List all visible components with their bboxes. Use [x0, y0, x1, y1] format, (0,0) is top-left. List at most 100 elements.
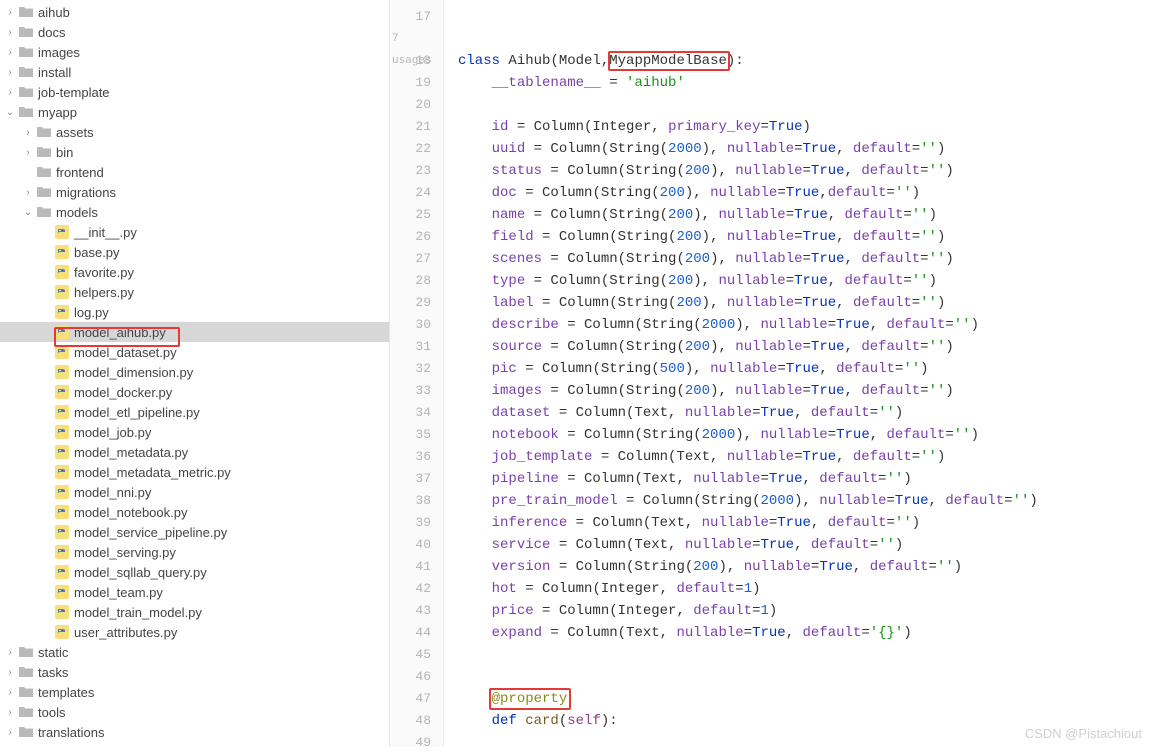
chevron-right-icon[interactable]: › — [4, 27, 16, 38]
tree-row[interactable]: › job-template — [0, 82, 389, 102]
field-line[interactable]: source = Column(String(200), nullable=Tr… — [444, 336, 1152, 358]
tree-item-label: model_aihub.py — [74, 325, 166, 340]
tree-row[interactable]: ⌄myapp — [0, 102, 389, 122]
code-line[interactable] — [444, 28, 1152, 50]
field-line[interactable]: images = Column(String(200), nullable=Tr… — [444, 380, 1152, 402]
tree-row[interactable]: ›templates — [0, 682, 389, 702]
tree-row[interactable]: ›images — [0, 42, 389, 62]
field-line[interactable]: job_template = Column(Text, nullable=Tru… — [444, 446, 1152, 468]
tree-row[interactable]: ›model_train_model.py — [0, 602, 389, 622]
tree-row[interactable]: ›model_service_pipeline.py — [0, 522, 389, 542]
field-line[interactable]: price = Column(Integer, default=1) — [444, 600, 1152, 622]
code-line[interactable] — [444, 666, 1152, 688]
tree-row[interactable]: ›base.py — [0, 242, 389, 262]
field-line[interactable]: dataset = Column(Text, nullable=True, de… — [444, 402, 1152, 424]
usages-hint[interactable]: 7 usages — [390, 28, 443, 50]
tree-row[interactable]: ›model_nni.py — [0, 482, 389, 502]
field-line[interactable]: field = Column(String(200), nullable=Tru… — [444, 226, 1152, 248]
tree-row[interactable]: ›tools — [0, 702, 389, 722]
tree-row[interactable]: ›assets — [0, 122, 389, 142]
tree-row[interactable]: ›static — [0, 642, 389, 662]
chevron-right-icon[interactable]: › — [4, 707, 16, 718]
line-number: 34 — [390, 402, 443, 424]
field-line[interactable]: hot = Column(Integer, default=1) — [444, 578, 1152, 600]
field-line[interactable]: version = Column(String(200), nullable=T… — [444, 556, 1152, 578]
tablename-line[interactable]: __tablename__ = 'aihub' — [444, 72, 1152, 94]
field-line[interactable]: pre_train_model = Column(String(2000), n… — [444, 490, 1152, 512]
tree-row[interactable]: ›log.py — [0, 302, 389, 322]
python-file-icon — [54, 425, 70, 439]
line-number: 36 — [390, 446, 443, 468]
field-line[interactable]: uuid = Column(String(2000), nullable=Tru… — [444, 138, 1152, 160]
tree-row[interactable]: ›model_notebook.py — [0, 502, 389, 522]
tree-row[interactable]: ›__init__.py — [0, 222, 389, 242]
tree-row[interactable]: ›translations — [0, 722, 389, 742]
chevron-right-icon[interactable]: › — [4, 727, 16, 738]
field-line[interactable]: label = Column(String(200), nullable=Tru… — [444, 292, 1152, 314]
code-line[interactable] — [444, 94, 1152, 116]
field-line[interactable]: inference = Column(Text, nullable=True, … — [444, 512, 1152, 534]
tree-row[interactable]: ›frontend — [0, 162, 389, 182]
tree-row[interactable]: ›model_aihub.py — [0, 322, 389, 342]
chevron-right-icon[interactable]: › — [22, 147, 34, 158]
field-line[interactable]: scenes = Column(String(200), nullable=Tr… — [444, 248, 1152, 270]
line-number: 39 — [390, 512, 443, 534]
chevron-right-icon[interactable]: › — [4, 647, 16, 658]
chevron-right-icon[interactable]: › — [4, 67, 16, 78]
field-line[interactable]: notebook = Column(String(2000), nullable… — [444, 424, 1152, 446]
tree-row[interactable]: ⌄models — [0, 202, 389, 222]
tree-row[interactable]: ›tasks — [0, 662, 389, 682]
tree-item-label: user_attributes.py — [74, 625, 177, 640]
tree-item-label: job-template — [38, 85, 110, 100]
chevron-right-icon[interactable]: › — [4, 687, 16, 698]
tree-row[interactable]: ›model_team.py — [0, 582, 389, 602]
tree-row[interactable]: ›user_attributes.py — [0, 622, 389, 642]
tree-row[interactable]: ›bin — [0, 142, 389, 162]
field-line[interactable]: name = Column(String(200), nullable=True… — [444, 204, 1152, 226]
class-declaration[interactable]: class Aihub(Model,MyappModelBase): — [444, 50, 1152, 72]
field-line[interactable]: pipeline = Column(Text, nullable=True, d… — [444, 468, 1152, 490]
field-line[interactable]: expand = Column(Text, nullable=True, def… — [444, 622, 1152, 644]
line-number: 24 — [390, 182, 443, 204]
python-file-icon — [54, 525, 70, 539]
tree-row[interactable]: ›model_dimension.py — [0, 362, 389, 382]
tree-row[interactable]: ›docs — [0, 22, 389, 42]
field-line[interactable]: status = Column(String(200), nullable=Tr… — [444, 160, 1152, 182]
tree-row[interactable]: ›helpers.py — [0, 282, 389, 302]
field-line[interactable]: id = Column(Integer, primary_key=True) — [444, 116, 1152, 138]
chevron-right-icon[interactable]: › — [4, 87, 16, 98]
chevron-right-icon[interactable]: › — [22, 127, 34, 138]
chevron-right-icon[interactable]: › — [4, 47, 16, 58]
project-tree[interactable]: ›aihub›docs›images›install›job-template⌄… — [0, 0, 390, 747]
chevron-down-icon[interactable]: ⌄ — [4, 107, 16, 118]
tree-row[interactable]: ›model_docker.py — [0, 382, 389, 402]
code-line[interactable] — [444, 644, 1152, 666]
line-number: 22 — [390, 138, 443, 160]
chevron-right-icon[interactable]: › — [4, 7, 16, 18]
tree-row[interactable]: ›model_etl_pipeline.py — [0, 402, 389, 422]
field-line[interactable]: doc = Column(String(200), nullable=True,… — [444, 182, 1152, 204]
tree-row[interactable]: ›model_sqllab_query.py — [0, 562, 389, 582]
tree-row[interactable]: ›model_dataset.py — [0, 342, 389, 362]
tree-row[interactable]: ›model_job.py — [0, 422, 389, 442]
chevron-right-icon[interactable]: › — [4, 667, 16, 678]
chevron-down-icon[interactable]: ⌄ — [22, 207, 34, 218]
tree-row[interactable]: ›favorite.py — [0, 262, 389, 282]
python-file-icon — [54, 625, 70, 639]
field-line[interactable]: pic = Column(String(500), nullable=True,… — [444, 358, 1152, 380]
tree-row[interactable]: ›model_metadata_metric.py — [0, 462, 389, 482]
code-editor[interactable]: class Aihub(Model,MyappModelBase): __tab… — [444, 0, 1152, 747]
folder-icon — [18, 6, 34, 18]
tree-row[interactable]: ›migrations — [0, 182, 389, 202]
property-decorator[interactable]: @property — [444, 688, 1152, 710]
chevron-right-icon[interactable]: › — [22, 187, 34, 198]
tree-row[interactable]: ›model_metadata.py — [0, 442, 389, 462]
code-line[interactable] — [444, 6, 1152, 28]
field-line[interactable]: service = Column(Text, nullable=True, de… — [444, 534, 1152, 556]
tree-row[interactable]: ›install — [0, 62, 389, 82]
field-line[interactable]: describe = Column(String(2000), nullable… — [444, 314, 1152, 336]
folder-icon — [18, 86, 34, 98]
field-line[interactable]: type = Column(String(200), nullable=True… — [444, 270, 1152, 292]
tree-row[interactable]: ›aihub — [0, 2, 389, 22]
tree-row[interactable]: ›model_serving.py — [0, 542, 389, 562]
